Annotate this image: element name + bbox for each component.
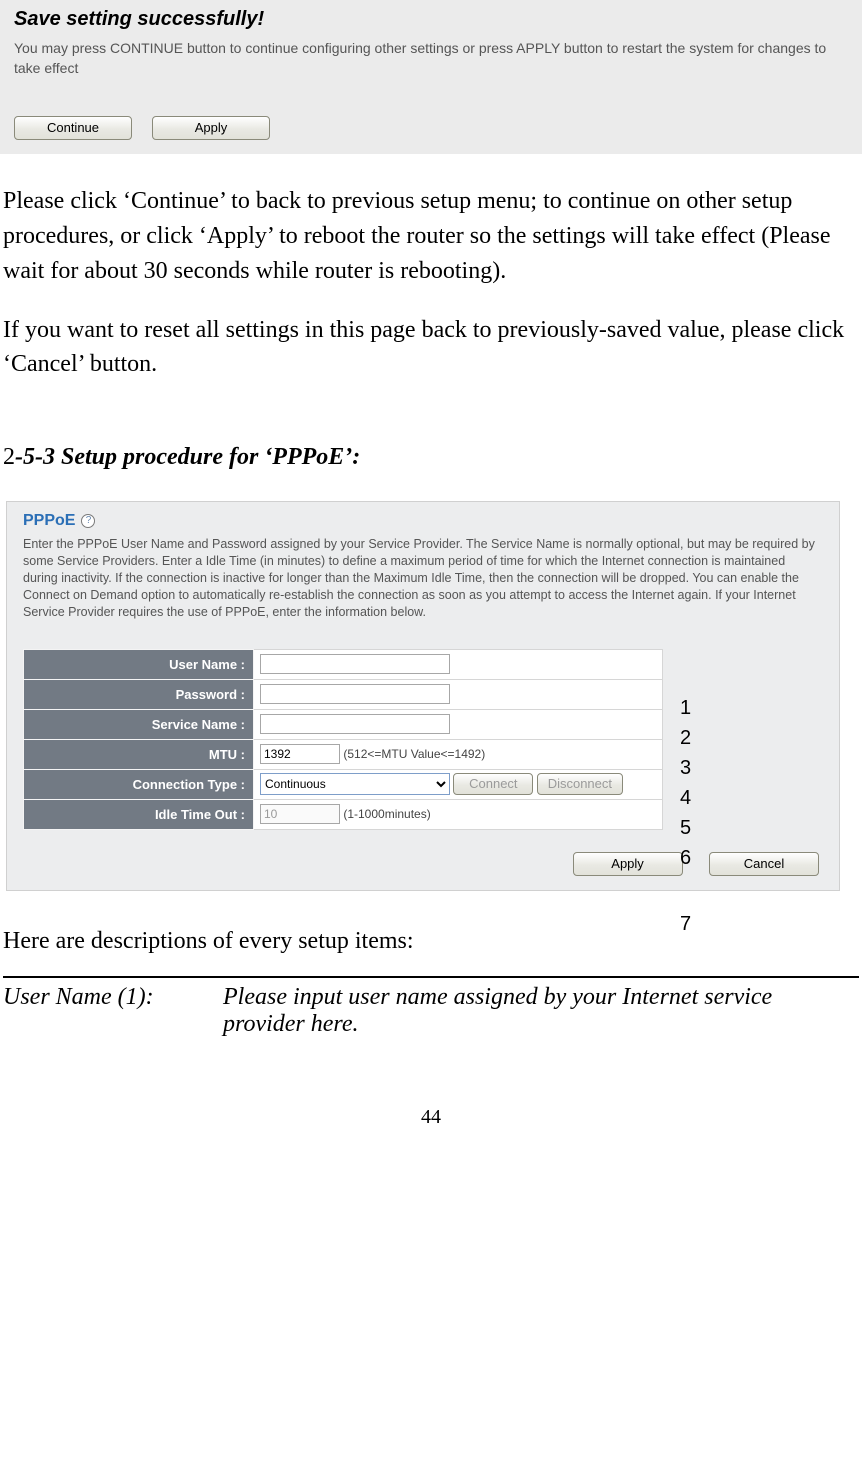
row-mtu: MTU : (512<=MTU Value<=1492) [24, 739, 663, 769]
cancel-button-bottom[interactable]: Cancel [709, 852, 819, 876]
definition-block: User Name (1): Please input user name as… [3, 976, 859, 1038]
callout-2: 2 [680, 727, 691, 750]
input-idle-timeout[interactable] [260, 804, 340, 824]
pppoe-description: Enter the PPPoE User Name and Password a… [23, 536, 823, 620]
pppoe-title-row: PPPoE ? [23, 512, 823, 530]
dialog-title: Save setting successfully! [14, 8, 848, 31]
connect-button[interactable]: Connect [453, 773, 533, 795]
label-service-name: Service Name : [24, 709, 254, 739]
callout-5: 5 [680, 817, 691, 840]
row-idle-timeout: Idle Time Out : (1-1000minutes) [24, 799, 663, 829]
pppoe-form-table: User Name : Password : Service Name : MT… [23, 649, 663, 830]
callout-1: 1 [680, 697, 691, 720]
definition-term: User Name (1): [3, 984, 223, 1038]
label-password: Password : [24, 679, 254, 709]
body-paragraph-2: If you want to reset all settings in thi… [3, 313, 859, 383]
input-username[interactable] [260, 654, 450, 674]
dialog-button-row: Continue Apply [14, 116, 848, 140]
callout-6: 6 [680, 847, 691, 870]
input-mtu[interactable] [260, 744, 340, 764]
page-number: 44 [0, 1106, 862, 1129]
label-idle-timeout: Idle Time Out : [24, 799, 254, 829]
body-text-block: Please click ‘Continue’ to back to previ… [0, 154, 862, 424]
input-service-name[interactable] [260, 714, 450, 734]
pppoe-title-text: PPPoE [23, 512, 75, 530]
row-username: User Name : [24, 649, 663, 679]
dialog-hint: You may press CONTINUE button to continu… [14, 39, 848, 78]
help-icon[interactable]: ? [81, 514, 95, 528]
label-username: User Name : [24, 649, 254, 679]
apply-button-bottom[interactable]: Apply [573, 852, 683, 876]
section-heading-text: -5-3 Setup procedure for ‘PPPoE’: [15, 444, 360, 470]
pppoe-bottom-button-row: Apply Cancel [23, 852, 823, 876]
callout-3: 3 [680, 757, 691, 780]
disconnect-button[interactable]: Disconnect [537, 773, 623, 795]
section-heading-number: 2 [3, 444, 15, 470]
row-password: Password : [24, 679, 663, 709]
row-service-name: Service Name : [24, 709, 663, 739]
label-mtu: MTU : [24, 739, 254, 769]
body-paragraph-1: Please click ‘Continue’ to back to previ… [3, 184, 859, 288]
continue-button[interactable]: Continue [14, 116, 132, 140]
definition-desc: Please input user name assigned by your … [223, 984, 859, 1038]
save-success-dialog: Save setting successfully! You may press… [0, 0, 862, 154]
select-connection-type[interactable]: Continuous [260, 773, 450, 795]
pppoe-panel: PPPoE ? Enter the PPPoE User Name and Pa… [6, 501, 840, 890]
descriptions-intro: Here are descriptions of every setup ite… [0, 891, 862, 969]
label-connection-type: Connection Type : [24, 769, 254, 799]
section-heading: 2-5-3 Setup procedure for ‘PPPoE’: [0, 424, 862, 501]
apply-button-top[interactable]: Apply [152, 116, 270, 140]
hint-mtu: (512<=MTU Value<=1492) [343, 747, 485, 761]
pppoe-panel-wrapper: PPPoE ? Enter the PPPoE User Name and Pa… [0, 501, 862, 890]
callout-7: 7 [680, 913, 691, 936]
hint-idle-timeout: (1-1000minutes) [343, 807, 430, 821]
input-password[interactable] [260, 684, 450, 704]
callout-4: 4 [680, 787, 691, 810]
row-connection-type: Connection Type : Continuous Connect Dis… [24, 769, 663, 799]
